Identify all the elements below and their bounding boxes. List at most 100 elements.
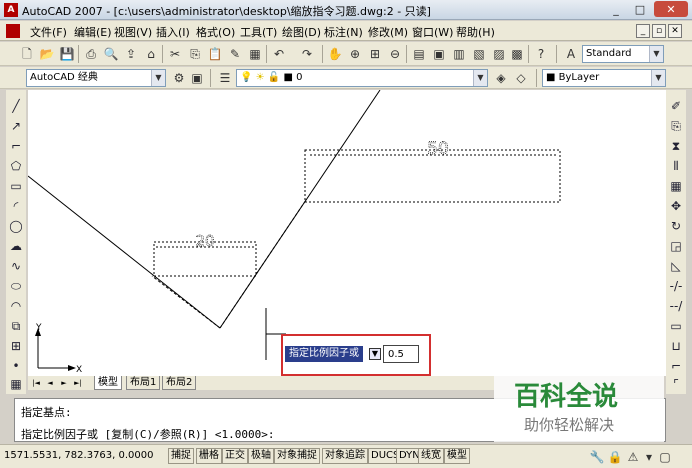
tab-layout1[interactable]: 布局1 bbox=[126, 376, 161, 390]
coordinate-readout[interactable]: 1571.5531, 782.3763, 0.0000 bbox=[4, 450, 154, 461]
menu-view[interactable]: 视图(V) bbox=[114, 24, 152, 40]
menu-draw[interactable]: 绘图(D) bbox=[282, 24, 321, 40]
text-style-select[interactable]: Standard ▼ bbox=[582, 45, 664, 63]
revision-cloud-icon[interactable]: ☁ bbox=[8, 238, 24, 254]
polyline-icon[interactable]: ⌐ bbox=[8, 138, 24, 154]
paste-icon[interactable]: 📋 bbox=[206, 45, 224, 63]
menu-insert[interactable]: 插入(I) bbox=[156, 24, 190, 40]
model-toggle[interactable]: 模型 bbox=[444, 448, 470, 464]
hatch-icon[interactable]: ▦ bbox=[8, 376, 24, 392]
doc-close-button[interactable]: ✕ bbox=[668, 24, 682, 38]
polar-toggle[interactable]: 极轴 bbox=[248, 448, 274, 464]
print-icon[interactable]: ⎙ bbox=[82, 45, 100, 63]
original-left-line[interactable] bbox=[28, 175, 221, 329]
scale-icon[interactable]: ◲ bbox=[668, 238, 684, 254]
layer-select[interactable]: 💡 ☀ 🔓 ■ 0 ▼ bbox=[236, 69, 488, 87]
clean-screen-icon[interactable]: ▢ bbox=[656, 448, 674, 466]
make-block-icon[interactable]: ⊞ bbox=[8, 338, 24, 354]
workspace-save-icon[interactable]: ▣ bbox=[188, 69, 206, 87]
lineweight-toggle[interactable]: 线宽 bbox=[418, 448, 444, 464]
scale-factor-input[interactable] bbox=[383, 345, 419, 363]
osnap-toggle[interactable]: 对象捕捉 bbox=[274, 448, 320, 464]
fillet-icon[interactable]: ⌜ bbox=[668, 376, 684, 392]
copy-object-icon[interactable]: ⎘ bbox=[668, 118, 684, 134]
communication-center-icon[interactable]: 🔧 bbox=[588, 448, 606, 466]
tool-palettes-icon[interactable]: ▥ bbox=[450, 45, 468, 63]
redo-icon[interactable]: ↷ bbox=[298, 45, 316, 63]
menu-format[interactable]: 格式(O) bbox=[196, 24, 235, 40]
options-down-arrow-icon[interactable]: ▼ bbox=[369, 348, 381, 360]
move-icon[interactable]: ✥ bbox=[668, 198, 684, 214]
chamfer-icon[interactable]: ⌐ bbox=[668, 358, 684, 374]
zoom-realtime-icon[interactable]: ⊕ bbox=[346, 45, 364, 63]
chevron-down-icon[interactable]: ▼ bbox=[649, 46, 663, 62]
arc-icon[interactable]: ◜ bbox=[8, 198, 24, 214]
menu-file[interactable]: 文件(F) bbox=[30, 24, 67, 40]
command-prompt-line[interactable]: 指定比例因子或 [复制(C)/参照(R)] <1.0000>: bbox=[21, 426, 274, 442]
open-file-icon[interactable]: 📂 bbox=[38, 45, 56, 63]
zoom-previous-icon[interactable]: ⊖ bbox=[386, 45, 404, 63]
extend-icon[interactable]: --/ bbox=[668, 298, 684, 314]
circle-icon[interactable]: ◯ bbox=[8, 218, 24, 234]
maximize-button[interactable]: □ bbox=[628, 1, 652, 17]
array-icon[interactable]: ▦ bbox=[668, 178, 684, 194]
break-icon[interactable]: ▭ bbox=[668, 318, 684, 334]
menu-tools[interactable]: 工具(T) bbox=[240, 24, 277, 40]
tab-layout2[interactable]: 布局2 bbox=[162, 376, 197, 390]
workspace-settings-icon[interactable]: ⚙ bbox=[170, 69, 188, 87]
block-editor-icon[interactable]: ▦ bbox=[246, 45, 264, 63]
save-icon[interactable]: 💾 bbox=[58, 45, 76, 63]
undo-icon[interactable]: ↶ bbox=[270, 45, 288, 63]
menu-modify[interactable]: 修改(M) bbox=[368, 24, 408, 40]
prev-tab-button[interactable]: ◄ bbox=[44, 377, 56, 389]
rectangle-icon[interactable]: ▭ bbox=[8, 178, 24, 194]
color-select[interactable]: ■ ByLayer ▼ bbox=[542, 69, 666, 87]
match-properties-icon[interactable]: ✎ bbox=[226, 45, 244, 63]
chevron-down-icon[interactable]: ▼ bbox=[151, 70, 165, 86]
join-icon[interactable]: ⊔ bbox=[668, 338, 684, 354]
line-icon[interactable]: ╱ bbox=[8, 98, 24, 114]
make-current-layer-icon[interactable]: ◈ bbox=[492, 69, 510, 87]
ellipse-icon[interactable]: ⬭ bbox=[8, 278, 24, 294]
plot-icon[interactable]: ⌂ bbox=[142, 45, 160, 63]
autocad-app-icon[interactable]: A bbox=[4, 3, 18, 17]
first-tab-button[interactable]: |◄ bbox=[30, 377, 42, 389]
offset-icon[interactable]: ⫴ bbox=[668, 158, 684, 174]
erase-icon[interactable]: ✐ bbox=[668, 98, 684, 114]
close-button[interactable]: ✕ bbox=[654, 1, 688, 17]
design-center-icon[interactable]: ▣ bbox=[430, 45, 448, 63]
chevron-down-icon[interactable]: ▼ bbox=[651, 70, 665, 86]
new-file-icon[interactable]: 🗋 bbox=[18, 45, 36, 63]
snap-toggle[interactable]: 捕捉 bbox=[168, 448, 194, 464]
next-tab-button[interactable]: ► bbox=[58, 377, 70, 389]
polygon-icon[interactable]: ⬠ bbox=[8, 158, 24, 174]
spline-icon[interactable]: ∿ bbox=[8, 258, 24, 274]
layer-previous-icon[interactable]: ◇ bbox=[512, 69, 530, 87]
text-style-icon[interactable]: A bbox=[562, 45, 580, 63]
trim-icon[interactable]: -/- bbox=[668, 278, 684, 294]
construction-line-icon[interactable]: ↗ bbox=[8, 118, 24, 134]
chevron-down-icon[interactable]: ▼ bbox=[473, 70, 487, 86]
ellipse-arc-icon[interactable]: ◠ bbox=[8, 298, 24, 314]
ortho-toggle[interactable]: 正交 bbox=[222, 448, 248, 464]
lock-toolbar-icon[interactable]: 🔒 bbox=[606, 448, 624, 466]
doc-minimize-button[interactable]: _ bbox=[636, 24, 650, 38]
last-tab-button[interactable]: ►| bbox=[72, 377, 84, 389]
document-icon[interactable] bbox=[6, 24, 20, 38]
cut-icon[interactable]: ✂ bbox=[166, 45, 184, 63]
sheet-set-icon[interactable]: ▧ bbox=[470, 45, 488, 63]
grid-toggle[interactable]: 栅格 bbox=[196, 448, 222, 464]
tab-model[interactable]: 模型 bbox=[94, 376, 122, 390]
print-preview-icon[interactable]: 🔍 bbox=[102, 45, 120, 63]
mirror-icon[interactable]: ⧗ bbox=[668, 138, 684, 154]
copy-icon[interactable]: ⎘ bbox=[186, 45, 204, 63]
properties-icon[interactable]: ▤ bbox=[410, 45, 428, 63]
publish-icon[interactable]: ⇪ bbox=[122, 45, 140, 63]
insert-block-icon[interactable]: ⧉ bbox=[8, 318, 24, 334]
point-icon[interactable]: • bbox=[8, 358, 24, 374]
help-icon[interactable]: ? bbox=[532, 45, 550, 63]
menu-edit[interactable]: 编辑(E) bbox=[74, 24, 112, 40]
pan-icon[interactable]: ✋ bbox=[326, 45, 344, 63]
rotate-icon[interactable]: ↻ bbox=[668, 218, 684, 234]
markup-icon[interactable]: ▨ bbox=[490, 45, 508, 63]
